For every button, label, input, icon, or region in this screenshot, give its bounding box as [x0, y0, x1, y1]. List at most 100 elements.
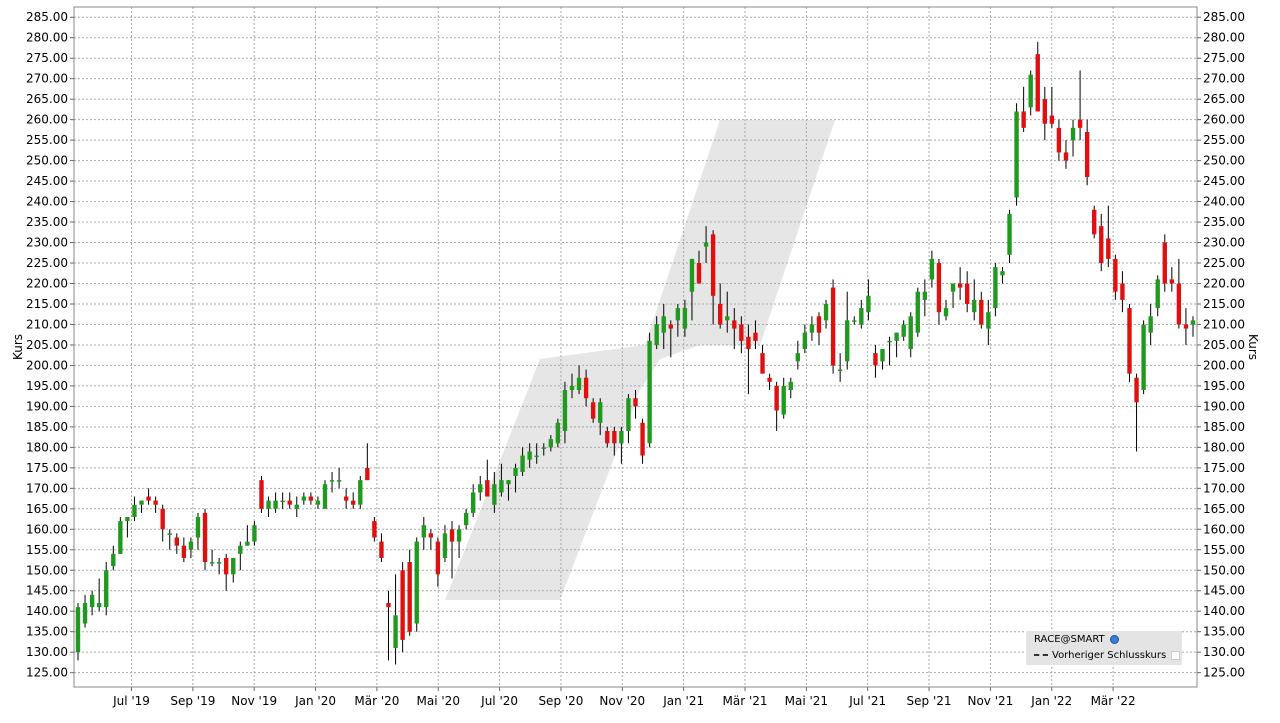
chart-legend: RACE@SMART Vorheriger Schlusskurs [1026, 631, 1182, 665]
y-tick-label-left: 225.00 [26, 256, 68, 270]
candle-body-up [336, 480, 342, 482]
candle-body-down [365, 467, 370, 481]
candle [336, 467, 342, 489]
candle [231, 557, 236, 583]
candle [1092, 205, 1097, 239]
candle-body-down [202, 512, 208, 563]
y-tick-label-left: 155.00 [26, 543, 68, 557]
candle [957, 267, 963, 300]
candle-body-up [725, 316, 730, 321]
y-tick-label-right: 275.00 [1203, 51, 1245, 65]
checkbox-icon[interactable] [1171, 650, 1181, 660]
candle-body-up [82, 603, 88, 624]
candle-body-up [245, 541, 250, 546]
candle-body-up [315, 500, 321, 505]
candle-body-up [901, 324, 906, 337]
candle-body-down [964, 283, 970, 304]
candle [414, 537, 419, 632]
y-tick-label-right: 215.00 [1203, 297, 1245, 311]
y-tick-label-right: 200.00 [1203, 358, 1245, 372]
candle [322, 480, 328, 509]
watermark-left-stroke [445, 359, 660, 600]
x-tick-label: Jul '20 [480, 694, 518, 708]
y-tick-label-left: 185.00 [26, 420, 68, 434]
candle-body-down [343, 496, 349, 501]
candle [245, 525, 250, 546]
candle [308, 492, 314, 505]
candle [315, 496, 321, 509]
y-tick-label-left: 220.00 [26, 277, 68, 291]
candle [195, 512, 201, 550]
candle [202, 508, 208, 571]
candle-body-up [894, 332, 899, 341]
candle [922, 279, 928, 317]
candle-body-down [1021, 111, 1026, 128]
candle-body-down [1169, 279, 1175, 284]
candle [1169, 267, 1175, 292]
candle [555, 418, 561, 448]
candle-body-up [167, 533, 172, 535]
candle-body-down [1120, 283, 1125, 300]
y-tick-label-left: 275.00 [26, 51, 68, 65]
candle [224, 553, 229, 591]
candle [216, 557, 222, 575]
candle-body-up [1070, 127, 1076, 141]
y-tick-label-left: 180.00 [26, 440, 68, 454]
y-tick-label-right: 240.00 [1203, 195, 1245, 209]
candle [372, 517, 377, 542]
y-tick-label-right: 155.00 [1203, 543, 1245, 557]
legend-series-row[interactable]: Vorheriger Schlusskurs [1034, 648, 1181, 663]
y-tick-label-right: 165.00 [1203, 502, 1245, 516]
candle [626, 394, 631, 444]
candle [1190, 316, 1196, 337]
y-tick-label-right: 245.00 [1203, 174, 1245, 188]
candle-body-up [294, 504, 299, 509]
candle [1042, 86, 1047, 141]
candle-body-down [979, 299, 984, 325]
candle-body-down [760, 353, 765, 374]
candle-body-down [259, 480, 264, 509]
candle [1084, 119, 1090, 186]
candle-body-down [753, 332, 758, 341]
candle-body-down [287, 500, 292, 505]
candle-body-down [372, 521, 377, 538]
candle [774, 381, 779, 431]
candle [428, 529, 434, 550]
candle [167, 529, 172, 550]
candle [986, 299, 991, 345]
candle-body-down [816, 316, 822, 333]
candle-body-up [802, 332, 808, 350]
candle-body-up [689, 258, 695, 292]
candle-body-down [1183, 324, 1189, 329]
candle [1120, 271, 1125, 313]
candle-body-down [1127, 308, 1132, 374]
candle-body-down [386, 603, 391, 608]
candle-body-up [661, 316, 666, 333]
candle-body-up [626, 398, 631, 431]
candle [421, 517, 426, 550]
x-axis: Jul '19 Sep '19 Nov '19 Jan '20 Mär '20 Mai '… [112, 687, 1136, 708]
candle-body-up [118, 521, 123, 554]
candle [442, 525, 448, 563]
x-tick-label: Jan '22 [1030, 694, 1072, 708]
y-axis-left: 285.00 280.00 275.00 270.00 265.00 260.00 255.… [26, 10, 74, 680]
y-tick-label-left: 235.00 [26, 215, 68, 229]
candle [901, 320, 906, 341]
candle [830, 279, 836, 374]
candle [471, 484, 476, 517]
y-tick-label-right: 145.00 [1203, 584, 1245, 598]
candle [887, 336, 892, 366]
candle-body-up [358, 480, 363, 505]
candle [1035, 41, 1040, 112]
y-tick-label-left: 265.00 [26, 92, 68, 106]
candle [82, 594, 88, 628]
candle [96, 578, 102, 612]
candle-body-up [675, 308, 681, 321]
candle-body-up [986, 312, 991, 329]
candle-body-up [499, 480, 504, 493]
y-tick-label-left: 165.00 [26, 502, 68, 516]
candle [273, 492, 278, 513]
candle-body-down [717, 303, 723, 325]
y-tick-label-right: 220.00 [1203, 277, 1245, 291]
candle-body-up [534, 455, 539, 458]
